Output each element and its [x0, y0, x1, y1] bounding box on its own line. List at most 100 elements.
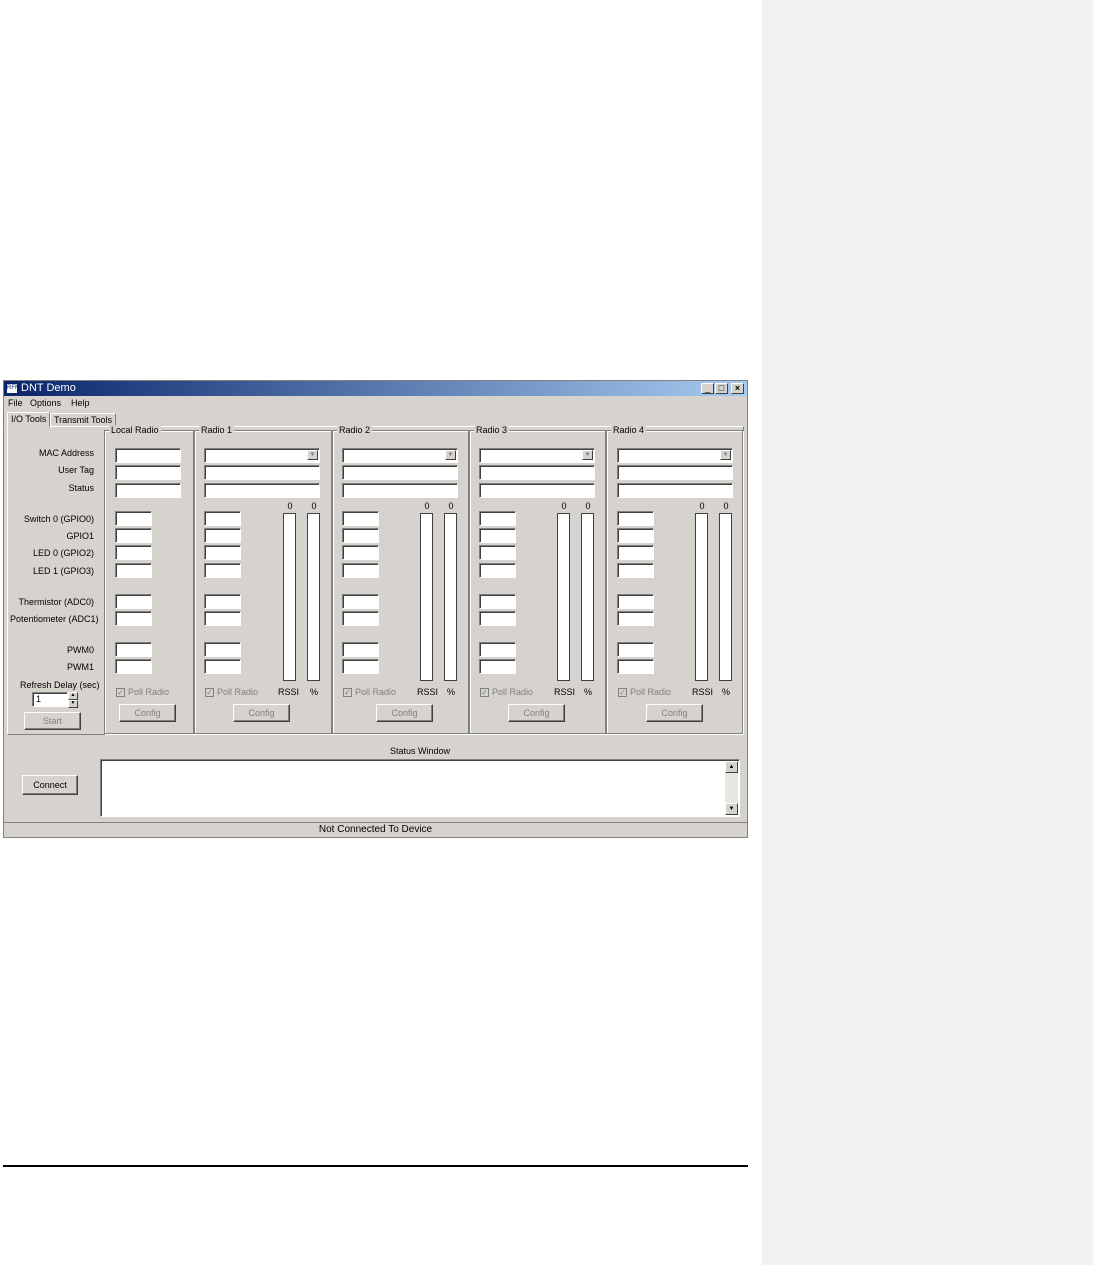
thermistor-field[interactable]: [479, 594, 516, 609]
thermistor-field[interactable]: [342, 594, 379, 609]
chevron-down-icon[interactable]: ▼: [307, 450, 318, 460]
led0-field[interactable]: [342, 545, 379, 560]
spin-up-button[interactable]: ▲: [68, 692, 78, 700]
close-button[interactable]: ×: [731, 383, 744, 394]
led0-field[interactable]: [115, 545, 152, 560]
status-field[interactable]: [204, 483, 320, 498]
gpio1-field[interactable]: [342, 528, 379, 543]
tab-io-tools[interactable]: I/O Tools: [7, 412, 51, 427]
status-field[interactable]: [342, 483, 458, 498]
status-field[interactable]: [115, 483, 181, 498]
config-button[interactable]: Config: [646, 704, 703, 722]
pwm0-field[interactable]: [342, 642, 379, 657]
user-tag-field[interactable]: [115, 465, 181, 480]
percent-value: 0: [311, 501, 317, 511]
connect-button[interactable]: Connect: [22, 775, 78, 795]
poll-radio-checkbox[interactable]: ✓: [343, 688, 352, 697]
start-button[interactable]: Start: [24, 712, 81, 730]
percent-bar: [307, 513, 320, 681]
led1-field[interactable]: [479, 563, 516, 578]
mac-address-combo[interactable]: ▼: [479, 448, 595, 463]
switch0-field[interactable]: [479, 511, 516, 526]
pwm0-field[interactable]: [617, 642, 654, 657]
switch0-field[interactable]: [342, 511, 379, 526]
potentiometer-field[interactable]: [479, 611, 516, 626]
gpio1-field[interactable]: [617, 528, 654, 543]
spin-down-button[interactable]: ▼: [68, 700, 78, 708]
pwm0-field[interactable]: [479, 642, 516, 657]
poll-radio-checkbox[interactable]: ✓: [480, 688, 489, 697]
status-field[interactable]: [617, 483, 733, 498]
thermistor-field[interactable]: [204, 594, 241, 609]
potentiometer-field[interactable]: [204, 611, 241, 626]
maximize-button[interactable]: □: [715, 383, 728, 394]
group-title: Local Radio: [109, 425, 161, 435]
thermistor-field[interactable]: [617, 594, 654, 609]
switch0-field[interactable]: [204, 511, 241, 526]
mac-address-field[interactable]: [115, 448, 181, 463]
pwm1-field[interactable]: [115, 659, 152, 674]
led0-field[interactable]: [479, 545, 516, 560]
switch0-field[interactable]: [115, 511, 152, 526]
gpio1-field[interactable]: [115, 528, 152, 543]
mac-address-combo[interactable]: ▼: [342, 448, 458, 463]
status-window-text[interactable]: ▲ ▼: [100, 759, 740, 817]
rssi-value: 0: [424, 501, 430, 511]
chevron-down-icon[interactable]: ▼: [720, 450, 731, 460]
tab-transmit-tools[interactable]: Transmit Tools: [50, 413, 117, 427]
config-button[interactable]: Config: [233, 704, 290, 722]
led0-field[interactable]: [617, 545, 654, 560]
potentiometer-field[interactable]: [617, 611, 654, 626]
label-switch0: Switch 0 (GPIO0): [23, 514, 94, 524]
led1-field[interactable]: [204, 563, 241, 578]
led1-field[interactable]: [342, 563, 379, 578]
poll-radio-label: Poll Radio: [217, 687, 259, 697]
menu-options[interactable]: Options: [30, 398, 61, 408]
poll-radio-checkbox[interactable]: ✓: [618, 688, 627, 697]
config-button[interactable]: Config: [119, 704, 176, 722]
pwm0-field[interactable]: [204, 642, 241, 657]
menu-help[interactable]: Help: [71, 398, 90, 408]
scroll-up-icon[interactable]: ▲: [725, 761, 738, 773]
gpio1-field[interactable]: [479, 528, 516, 543]
user-tag-field[interactable]: [617, 465, 733, 480]
menu-file[interactable]: File: [8, 398, 23, 408]
poll-radio-checkbox[interactable]: ✓: [205, 688, 214, 697]
led1-field[interactable]: [115, 563, 152, 578]
chevron-down-icon[interactable]: ▼: [582, 450, 593, 460]
vertical-scrollbar[interactable]: ▲ ▼: [725, 761, 738, 815]
status-field[interactable]: [479, 483, 595, 498]
user-tag-field[interactable]: [204, 465, 320, 480]
pwm1-field[interactable]: [204, 659, 241, 674]
led0-field[interactable]: [204, 545, 241, 560]
chevron-down-icon[interactable]: ▼: [445, 450, 456, 460]
group-title: Radio 3: [474, 425, 510, 435]
rssi-label: RSSI: [554, 687, 576, 697]
pwm0-field[interactable]: [115, 642, 152, 657]
percent-value: 0: [585, 501, 591, 511]
percent-label: %: [447, 687, 456, 697]
mac-address-combo[interactable]: ▼: [617, 448, 733, 463]
pwm1-field[interactable]: [342, 659, 379, 674]
refresh-delay-input[interactable]: 1: [32, 692, 68, 707]
user-tag-field[interactable]: [342, 465, 458, 480]
label-thermistor: Thermistor (ADC0): [18, 597, 94, 607]
mac-address-combo[interactable]: ▼: [204, 448, 320, 463]
percent-label: %: [310, 687, 319, 697]
config-button[interactable]: Config: [508, 704, 565, 722]
pwm1-field[interactable]: [617, 659, 654, 674]
pwm1-field[interactable]: [479, 659, 516, 674]
led1-field[interactable]: [617, 563, 654, 578]
minimize-button[interactable]: _: [701, 383, 714, 394]
user-tag-field[interactable]: [479, 465, 595, 480]
potentiometer-field[interactable]: [115, 611, 152, 626]
scroll-down-icon[interactable]: ▼: [725, 803, 738, 815]
switch0-field[interactable]: [617, 511, 654, 526]
gpio1-field[interactable]: [204, 528, 241, 543]
potentiometer-field[interactable]: [342, 611, 379, 626]
label-refresh-delay: Refresh Delay (sec): [20, 680, 100, 690]
thermistor-field[interactable]: [115, 594, 152, 609]
poll-radio-checkbox[interactable]: ✓: [116, 688, 125, 697]
config-button[interactable]: Config: [376, 704, 433, 722]
group-title: Radio 1: [199, 425, 235, 435]
